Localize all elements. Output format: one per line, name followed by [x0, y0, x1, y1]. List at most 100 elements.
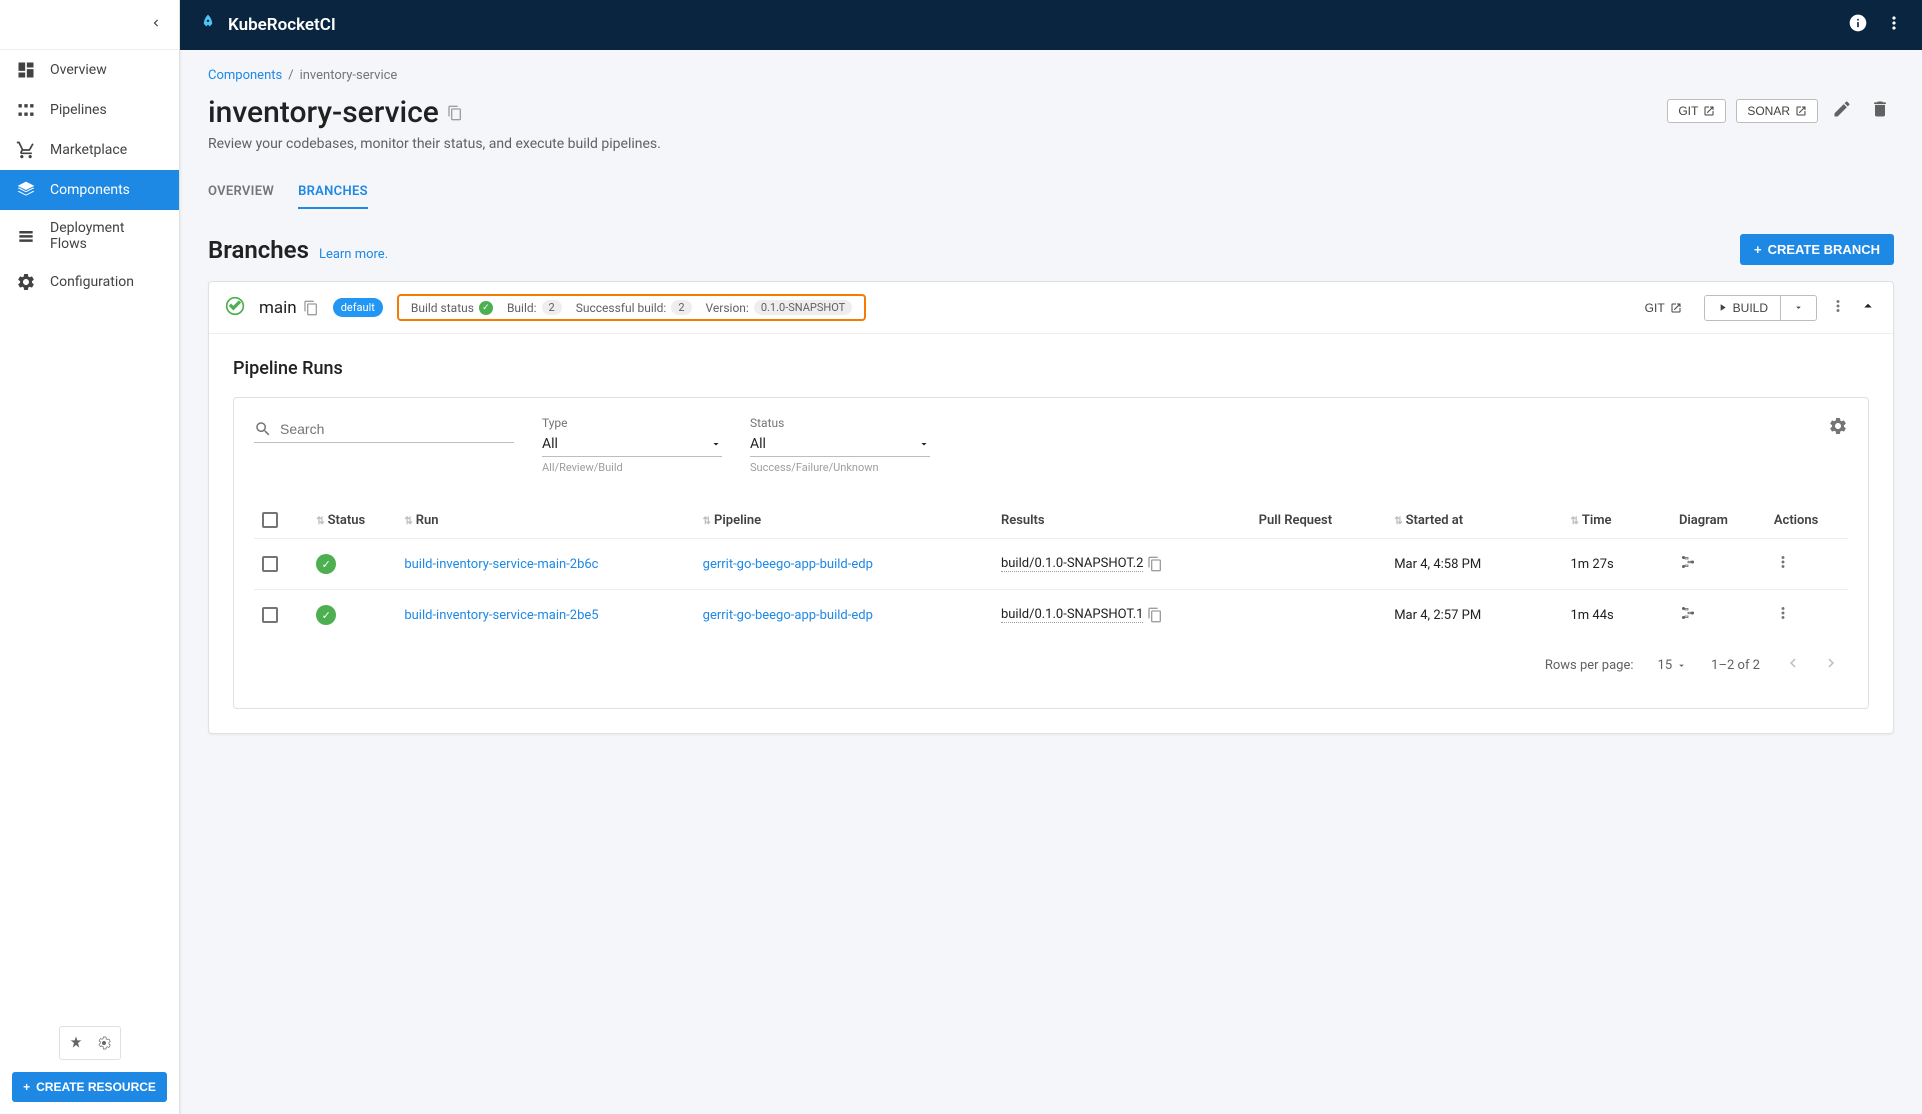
sidebar-item-label: Deployment Flows	[50, 220, 163, 252]
diagram-icon[interactable]	[1679, 560, 1697, 575]
sort-icon[interactable]: ⇅	[316, 516, 324, 527]
check-icon: ✓	[479, 301, 493, 315]
collapse-icon[interactable]	[1859, 297, 1877, 319]
copy-icon[interactable]	[1147, 607, 1163, 623]
diagram-icon[interactable]	[1679, 611, 1697, 626]
footer-gear-icon[interactable]	[94, 1033, 114, 1053]
tab-overview[interactable]: OVERVIEW	[208, 176, 274, 209]
create-resource-button[interactable]: + CREATE RESOURCE	[12, 1072, 167, 1102]
info-icon[interactable]	[1848, 13, 1868, 37]
play-icon	[1717, 302, 1728, 313]
row-more-icon[interactable]	[1774, 560, 1792, 575]
build-dropdown-button[interactable]	[1780, 296, 1816, 320]
sort-icon[interactable]: ⇅	[404, 516, 412, 527]
breadcrumb-root[interactable]: Components	[208, 68, 282, 83]
copy-icon[interactable]	[447, 105, 463, 121]
select-all-checkbox[interactable]	[262, 512, 278, 528]
plus-icon: +	[1754, 242, 1762, 257]
status-success-icon: ✓	[316, 605, 336, 625]
started-at: Mar 4, 4:58 PM	[1386, 539, 1562, 590]
search-input-wrapper	[254, 416, 514, 443]
chevron-down-icon	[1676, 660, 1687, 671]
table-footer: Rows per page: 15 1–2 of 2	[254, 640, 1848, 690]
table-row: ✓ build-inventory-service-main-2b6c gerr…	[254, 539, 1848, 590]
build-count: 2	[542, 300, 562, 315]
row-checkbox[interactable]	[262, 556, 278, 572]
flows-icon	[16, 226, 36, 246]
trash-icon	[1870, 99, 1890, 119]
branch-git-button[interactable]: GIT	[1635, 297, 1692, 319]
breadcrumb: Components / inventory-service	[208, 68, 1894, 83]
external-link-icon	[1670, 302, 1682, 314]
external-link-icon	[1795, 105, 1807, 117]
create-branch-button[interactable]: + CREATE BRANCH	[1740, 234, 1894, 265]
chevron-down-icon	[918, 438, 930, 450]
sidebar-item-marketplace[interactable]: Marketplace	[0, 130, 179, 170]
status-success-icon: ✓	[316, 554, 336, 574]
row-checkbox[interactable]	[262, 607, 278, 623]
status-filter-select[interactable]: All	[750, 432, 930, 457]
sidebar-item-components[interactable]: Components	[0, 170, 179, 210]
sidebar-header	[0, 0, 179, 50]
delete-button[interactable]	[1866, 95, 1894, 126]
version: 0.1.0-SNAPSHOT	[754, 300, 852, 315]
type-filter-select[interactable]: All	[542, 432, 722, 457]
runs-table: ⇅Status ⇅Run ⇅Pipeline Results Pull Requ…	[254, 502, 1848, 640]
dashboard-icon	[16, 60, 36, 80]
page-title: inventory-service	[208, 95, 463, 130]
search-input[interactable]	[280, 421, 514, 437]
footer-rocket-icon[interactable]	[66, 1033, 86, 1053]
learn-more-link[interactable]: Learn more.	[319, 247, 388, 262]
git-button[interactable]: GIT	[1667, 99, 1726, 123]
copy-icon[interactable]	[1147, 556, 1163, 572]
rows-per-page-select[interactable]: 15	[1658, 658, 1688, 673]
chevron-down-icon	[1793, 302, 1804, 313]
pipeline-link[interactable]: gerrit-go-beego-app-build-edp	[703, 557, 873, 572]
result-text: build/0.1.0-SNAPSHOT.2	[1001, 556, 1144, 572]
external-link-icon	[1703, 105, 1715, 117]
tabs: OVERVIEW BRANCHES	[208, 176, 1894, 210]
chevron-down-icon	[710, 438, 722, 450]
rocket-icon	[198, 13, 218, 38]
sort-icon[interactable]: ⇅	[703, 516, 711, 527]
gear-icon	[16, 272, 36, 292]
run-link[interactable]: build-inventory-service-main-2b6c	[404, 557, 598, 572]
row-more-icon[interactable]	[1774, 611, 1792, 626]
runs-title: Pipeline Runs	[233, 358, 1869, 379]
table-row: ✓ build-inventory-service-main-2be5 gerr…	[254, 590, 1848, 641]
next-page-icon[interactable]	[1822, 654, 1840, 676]
copy-icon[interactable]	[303, 300, 319, 316]
pipelines-icon	[16, 100, 36, 120]
branch-name: main	[259, 298, 297, 318]
sidebar-item-configuration[interactable]: Configuration	[0, 262, 179, 302]
collapse-sidebar-icon[interactable]	[149, 16, 163, 34]
result-text: build/0.1.0-SNAPSHOT.1	[1001, 607, 1144, 623]
sort-icon[interactable]: ⇅	[1570, 516, 1578, 527]
edit-button[interactable]	[1828, 95, 1856, 126]
time: 1m 44s	[1562, 590, 1670, 641]
sidebar-item-overview[interactable]: Overview	[0, 50, 179, 90]
page-subtitle: Review your codebases, monitor their sta…	[208, 136, 1894, 152]
sidebar-item-label: Marketplace	[50, 142, 127, 158]
kebab-menu-icon[interactable]	[1884, 13, 1904, 37]
time: 1m 27s	[1562, 539, 1670, 590]
sidebar-item-label: Overview	[50, 62, 107, 78]
build-button[interactable]: BUILD	[1705, 296, 1780, 320]
pipeline-link[interactable]: gerrit-go-beego-app-build-edp	[703, 608, 873, 623]
prev-page-icon[interactable]	[1784, 654, 1802, 676]
sidebar-item-pipelines[interactable]: Pipelines	[0, 90, 179, 130]
layers-icon	[16, 180, 36, 200]
branch-more-icon[interactable]	[1829, 297, 1847, 319]
branch-stats-highlight: Build status ✓ Build: 2 Successful build…	[397, 294, 866, 321]
sidebar-item-deployment-flows[interactable]: Deployment Flows	[0, 210, 179, 262]
tab-branches[interactable]: BRANCHES	[298, 176, 368, 209]
breadcrumb-current: inventory-service	[300, 68, 398, 83]
started-at: Mar 4, 2:57 PM	[1386, 590, 1562, 641]
successful-count: 2	[671, 300, 691, 315]
run-link[interactable]: build-inventory-service-main-2be5	[404, 608, 598, 623]
sort-icon[interactable]: ⇅	[1394, 516, 1402, 527]
sonar-button[interactable]: SONAR	[1736, 99, 1818, 123]
brand-logo[interactable]: KubeRocketCI	[198, 13, 336, 38]
table-settings-icon[interactable]	[1828, 416, 1848, 440]
sidebar-item-label: Pipelines	[50, 102, 107, 118]
